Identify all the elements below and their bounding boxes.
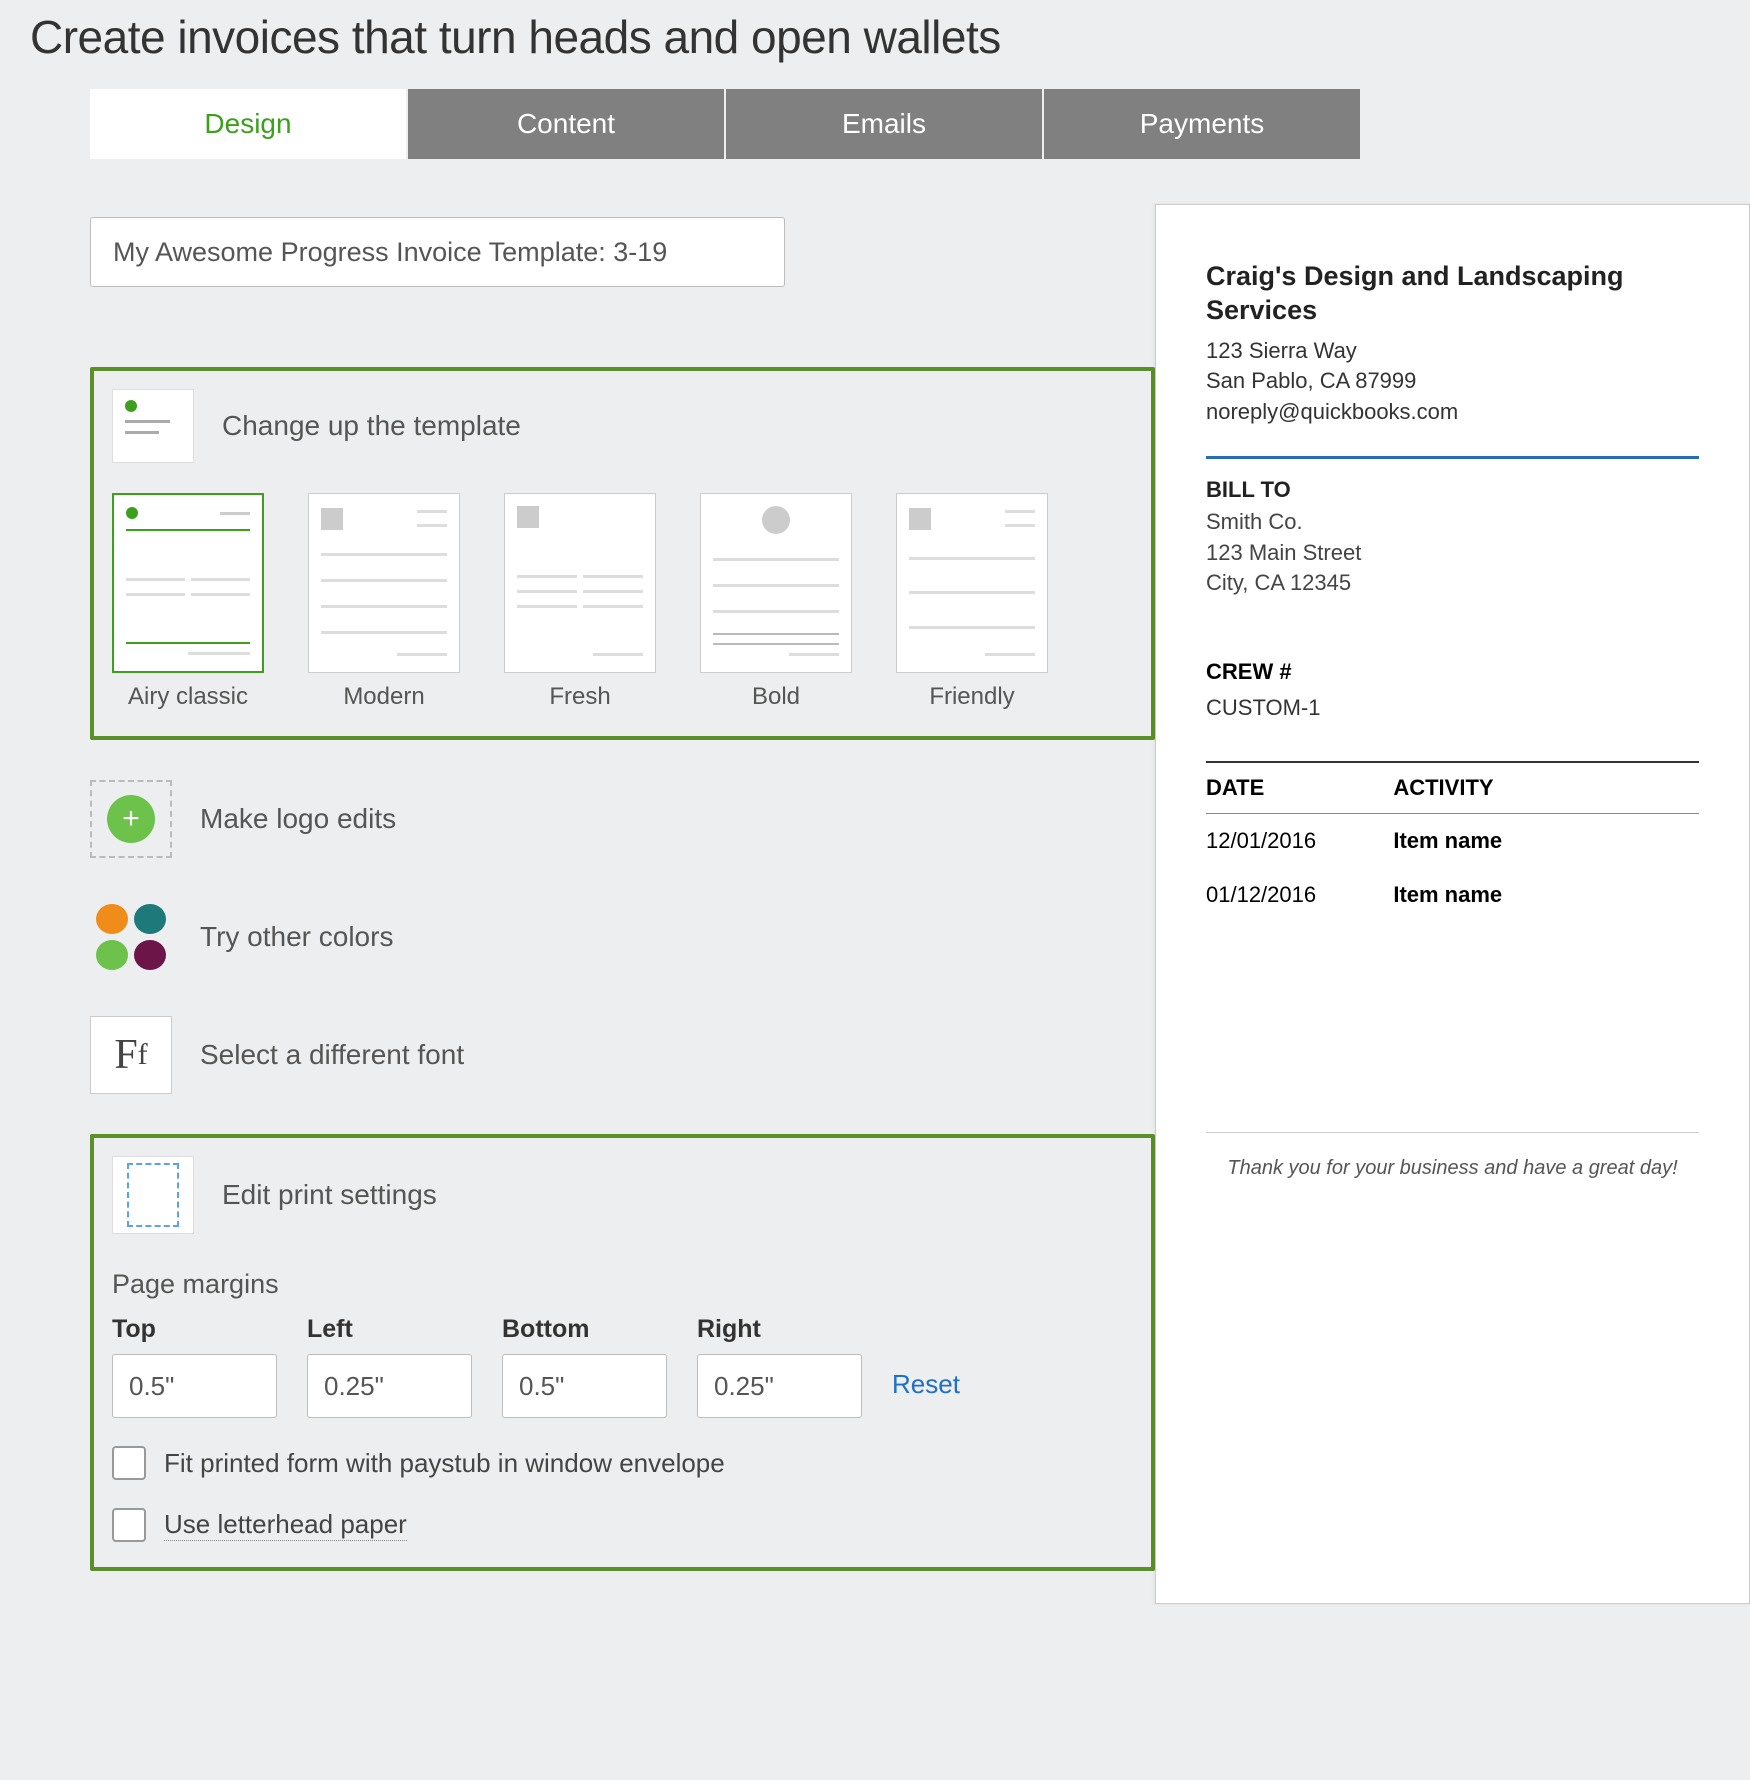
table-row: 12/01/2016 Item name [1206,814,1699,869]
template-name-input[interactable] [90,217,785,287]
print-icon [112,1156,194,1234]
col-date: DATE [1206,762,1393,814]
invoice-preview: Craig's Design and Landscaping Services … [1155,204,1750,1604]
colors-label: Try other colors [200,921,393,953]
thumb-bold[interactable]: Bold [700,493,852,711]
billto-name: Smith Co. [1206,507,1699,538]
colors-icon [90,898,172,976]
margin-top-input[interactable] [112,1354,277,1418]
fit-envelope-label: Fit printed form with paystub in window … [164,1448,725,1479]
billto-addr1: 123 Main Street [1206,538,1699,569]
margin-right-input[interactable] [697,1354,862,1418]
thumb-label: Friendly [929,683,1014,711]
thumb-friendly[interactable]: Friendly [896,493,1048,711]
preview-footer: Thank you for your business and have a g… [1206,1132,1699,1180]
thumb-label: Airy classic [128,683,248,711]
font-row[interactable]: Ff Select a different font [90,1016,1155,1094]
table-row: 01/12/2016 Item name [1206,868,1699,922]
crew-value: CUSTOM-1 [1206,695,1699,721]
margin-top-label: Top [112,1315,277,1344]
margin-bottom-label: Bottom [502,1315,667,1344]
preview-addr1: 123 Sierra Way [1206,336,1699,367]
tabs: Design Content Emails Payments [90,89,1155,159]
cell-date: 12/01/2016 [1206,814,1393,869]
preview-company: Craig's Design and Landscaping Services [1206,260,1699,328]
thumb-label: Fresh [549,683,610,711]
template-icon [112,389,194,463]
margin-left-input[interactable] [307,1354,472,1418]
tab-emails[interactable]: Emails [726,89,1042,159]
margin-left-label: Left [307,1315,472,1344]
thumb-label: Bold [752,683,800,711]
billto-label: BILL TO [1206,477,1699,503]
preview-table: DATE ACTIVITY 12/01/2016 Item name 01/12… [1206,761,1699,922]
font-label: Select a different font [200,1039,464,1071]
billto-addr2: City, CA 12345 [1206,568,1699,599]
change-template-section: Change up the template Airy classic [90,367,1155,740]
colors-row[interactable]: Try other colors [90,898,1155,976]
letterhead-checkbox[interactable] [112,1508,146,1542]
tab-content[interactable]: Content [408,89,724,159]
thumb-label: Modern [343,683,424,711]
preview-addr2: San Pablo, CA 87999 [1206,366,1699,397]
tab-design[interactable]: Design [90,89,406,159]
add-logo-icon: + [90,780,172,858]
logo-label: Make logo edits [200,803,396,835]
cell-activity: Item name [1393,814,1699,869]
col-activity: ACTIVITY [1393,762,1699,814]
print-label: Edit print settings [222,1179,437,1211]
change-template-label: Change up the template [222,410,521,442]
preview-email: noreply@quickbooks.com [1206,397,1699,428]
crew-label: CREW # [1206,659,1699,685]
thumb-modern[interactable]: Modern [308,493,460,711]
logo-edits-row[interactable]: + Make logo edits [90,780,1155,858]
print-settings-section: Edit print settings Page margins Top Lef… [90,1134,1155,1571]
letterhead-label: Use letterhead paper [164,1509,407,1541]
fit-envelope-checkbox[interactable] [112,1446,146,1480]
margins-heading: Page margins [112,1269,1133,1300]
font-icon: Ff [90,1016,172,1094]
margin-right-label: Right [697,1315,862,1344]
thumb-airy-classic[interactable]: Airy classic [112,493,264,711]
thumb-fresh[interactable]: Fresh [504,493,656,711]
cell-activity: Item name [1393,868,1699,922]
margin-bottom-input[interactable] [502,1354,667,1418]
cell-date: 01/12/2016 [1206,868,1393,922]
page-title: Create invoices that turn heads and open… [0,0,1750,89]
reset-link[interactable]: Reset [892,1369,960,1418]
